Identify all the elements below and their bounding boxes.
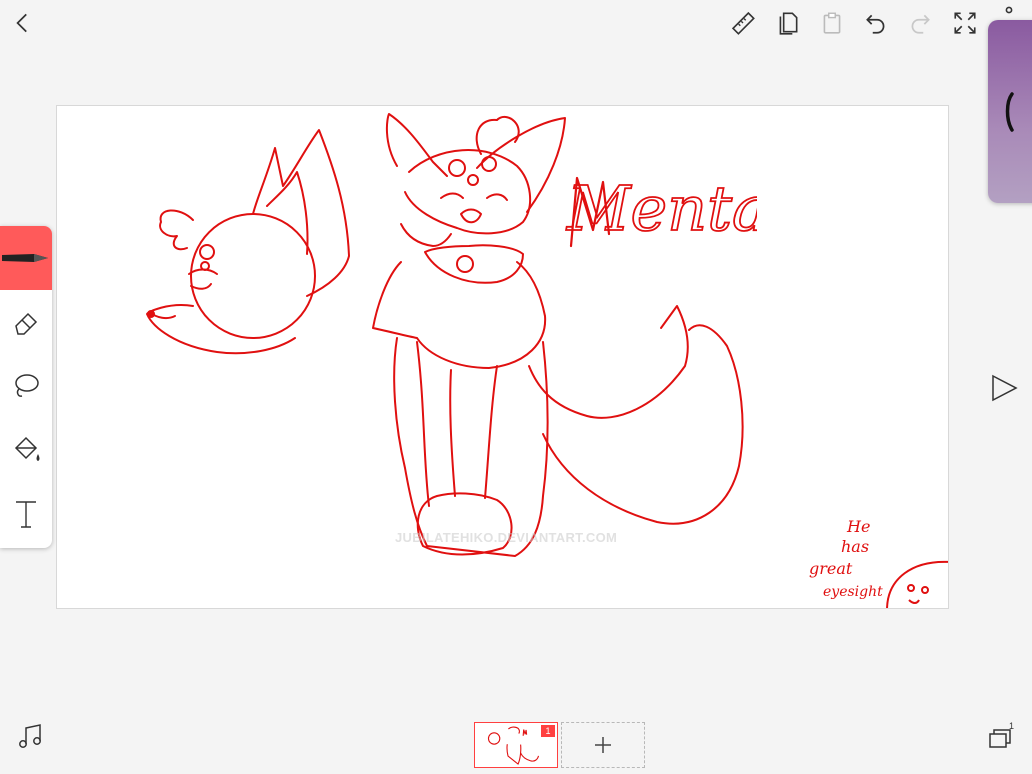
play-icon — [992, 374, 1018, 402]
pen-tool[interactable] — [0, 226, 52, 290]
note-word-4: eyesight — [823, 584, 883, 600]
text-tool[interactable] — [0, 482, 52, 546]
wolf-head-sketch — [146, 129, 350, 355]
fill-tool[interactable] — [0, 418, 52, 482]
layers-icon: 1 — [989, 721, 1014, 748]
music-note-icon — [19, 724, 41, 748]
note-word-3: great — [809, 559, 853, 578]
lasso-tool[interactable] — [0, 354, 52, 418]
note-word-2: has — [841, 537, 869, 556]
fill-bucket-icon — [14, 436, 40, 461]
plus-icon — [595, 737, 611, 753]
back-button[interactable] — [8, 8, 38, 38]
back-icon — [16, 13, 27, 33]
title-lettering: Mentats — [565, 171, 757, 246]
add-frame-button[interactable] — [561, 722, 645, 768]
tool-palette — [0, 226, 52, 548]
pen-icon — [2, 254, 48, 262]
frame-number-badge: 1 — [541, 725, 555, 737]
copy-icon — [779, 12, 798, 35]
eraser-tool[interactable] — [0, 290, 52, 354]
more-button[interactable] — [996, 0, 1022, 20]
undo-icon — [866, 14, 885, 34]
frame-thumbnail[interactable]: 1 — [474, 722, 558, 768]
watermark-text: JUBILATEHIKO.DEVIANTART.COM — [395, 530, 618, 545]
undo-button[interactable] — [861, 8, 891, 38]
music-button[interactable] — [16, 722, 44, 750]
brush-size-handle-icon[interactable] — [1002, 92, 1016, 132]
lasso-icon — [15, 374, 39, 397]
corner-face-sketch — [886, 560, 948, 608]
text-icon — [16, 501, 36, 528]
note-lettering: He has great eyesight — [803, 516, 893, 608]
paste-button[interactable] — [817, 8, 847, 38]
eraser-icon — [15, 312, 38, 335]
layers-count: 1 — [1009, 721, 1014, 731]
note-word-1: He — [846, 517, 870, 536]
color-picker-panel[interactable] — [988, 20, 1032, 203]
fullscreen-icon — [954, 12, 976, 34]
redo-button[interactable] — [905, 8, 935, 38]
ruler-button[interactable] — [728, 8, 758, 38]
paste-icon — [823, 12, 841, 34]
play-button[interactable] — [988, 372, 1020, 404]
drawing-canvas[interactable]: Mentats He has great eyesight JUBILATEHI… — [56, 105, 949, 609]
fullscreen-button[interactable] — [950, 8, 980, 38]
redo-icon — [911, 14, 930, 34]
copy-button[interactable] — [773, 8, 803, 38]
layers-button[interactable]: 1 — [986, 720, 1018, 752]
title-text: Mentats — [566, 172, 757, 245]
ruler-icon — [731, 11, 755, 35]
